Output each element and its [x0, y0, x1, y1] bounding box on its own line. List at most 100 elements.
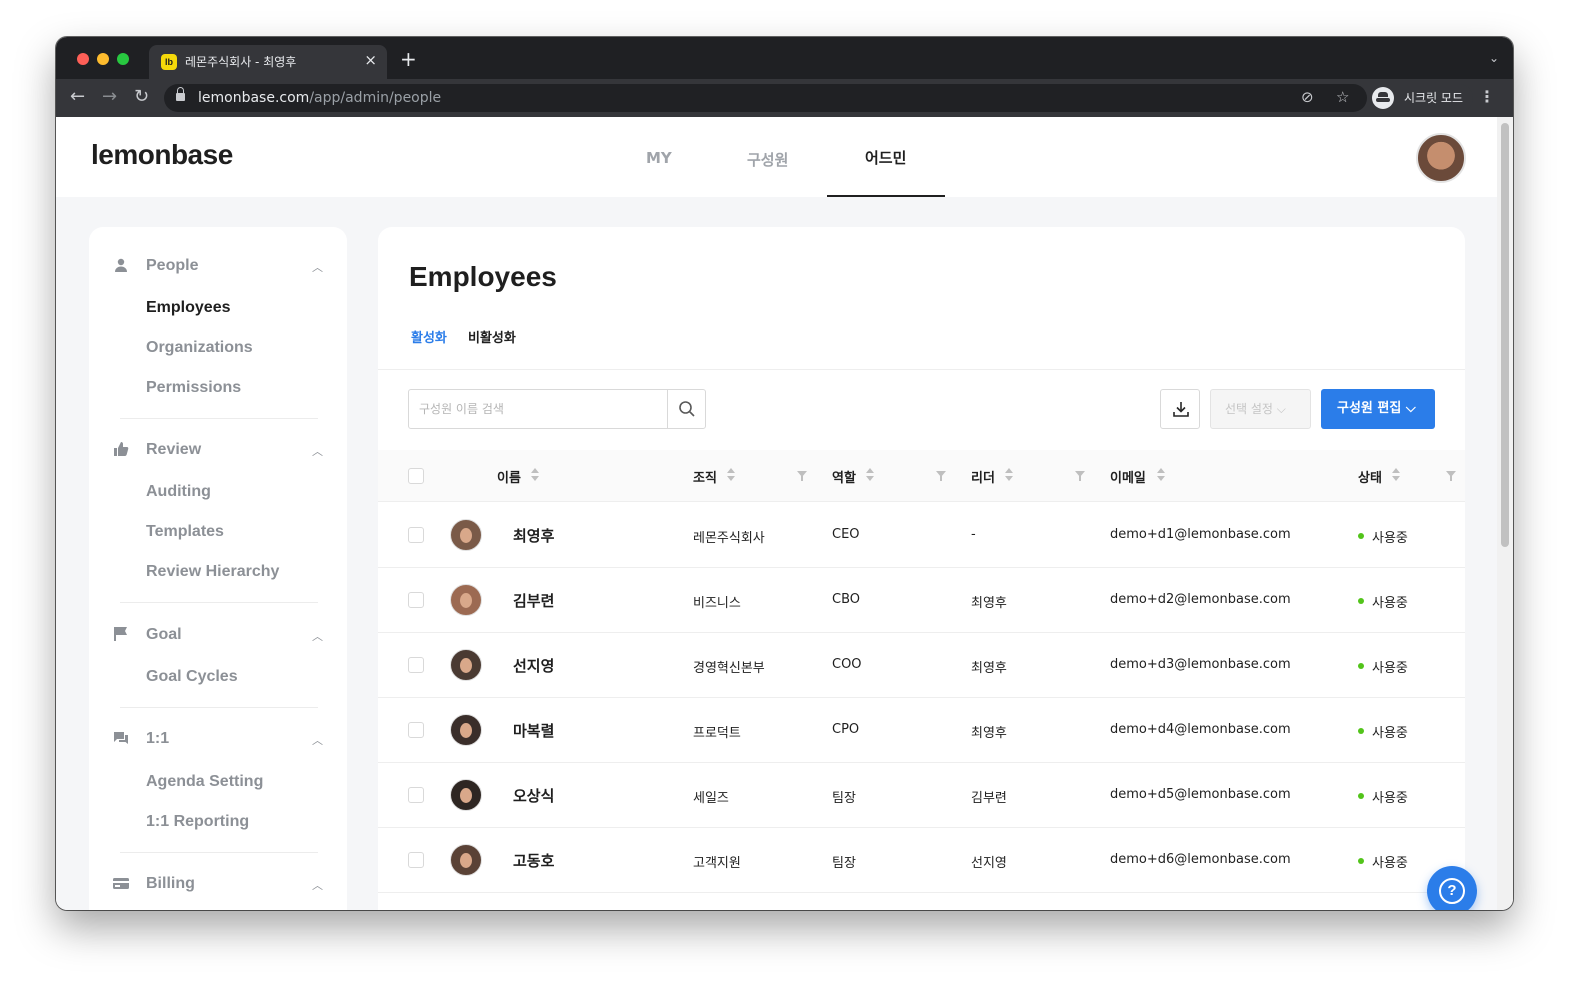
sort-icon[interactable] [1392, 468, 1400, 482]
sidebar-item-goal-cycles[interactable]: Goal Cycles [146, 668, 238, 686]
row-checkbox[interactable] [408, 787, 424, 803]
sidebar-item-permissions[interactable]: Permissions [146, 379, 241, 397]
row-checkbox[interactable] [408, 722, 424, 738]
reload-icon[interactable]: ↻ [134, 87, 149, 107]
employee-email: demo+d1@lemonbase.com [1110, 527, 1291, 542]
url-text[interactable]: lemonbase.com/app/admin/people [198, 90, 441, 106]
filter-icon[interactable] [1446, 471, 1456, 481]
help-button[interactable]: ? [1427, 866, 1477, 910]
nav-members[interactable]: 구성원 [747, 149, 788, 170]
address-bar[interactable]: lemonbase.com/app/admin/people ⊘ ☆ [164, 84, 1367, 112]
row-checkbox[interactable] [408, 852, 424, 868]
filter-icon[interactable] [797, 471, 807, 481]
status-badge: 사용중 [1372, 791, 1408, 806]
sidebar-section-one-on-one[interactable]: 1:1 ︿ [113, 728, 323, 752]
employee-name[interactable]: 김부련 [513, 590, 554, 611]
filter-icon[interactable] [1075, 471, 1085, 481]
table-row[interactable]: 최영후 레몬주식회사 CEO - demo+d1@lemonbase.com 사… [378, 503, 1465, 568]
row-checkbox[interactable] [408, 657, 424, 673]
star-icon[interactable]: ☆ [1336, 88, 1349, 106]
divider [120, 852, 318, 853]
column-header-email[interactable]: 이메일 [1110, 467, 1146, 486]
table-row[interactable]: 김부련 비즈니스 CBO 최영후 demo+d2@lemonbase.com 사… [378, 568, 1465, 633]
user-avatar[interactable] [1416, 133, 1466, 183]
chevron-up-icon[interactable]: ︿ [312, 877, 323, 893]
edit-members-button[interactable]: 구성원 편집 ⌵ [1321, 389, 1435, 429]
row-checkbox[interactable] [408, 527, 424, 543]
status-dot [1358, 663, 1364, 669]
browser-tab[interactable]: lb 레몬주식회사 - 최영후 × [149, 45, 387, 79]
sidebar-section-people[interactable]: People ︿ [113, 255, 323, 279]
sidebar-item-organizations[interactable]: Organizations [146, 339, 253, 357]
search-button[interactable] [667, 390, 705, 428]
chevron-up-icon[interactable]: ︿ [312, 628, 323, 644]
row-checkbox[interactable] [408, 592, 424, 608]
tab-inactive[interactable]: 비활성화 [468, 327, 516, 346]
incognito-icon [1372, 87, 1394, 109]
sidebar-item-auditing[interactable]: Auditing [146, 483, 211, 501]
search-input[interactable] [409, 390, 667, 428]
employee-name[interactable]: 마복렬 [513, 720, 554, 741]
incognito-badge[interactable]: 시크릿 모드 [1370, 84, 1474, 112]
chevron-up-icon[interactable]: ︿ [312, 259, 323, 275]
employee-name[interactable]: 최영후 [513, 525, 554, 546]
scrollbar-thumb[interactable] [1501, 123, 1509, 547]
table-row[interactable]: 오상식 세일즈 팀장 김부련 demo+d5@lemonbase.com 사용중 [378, 763, 1465, 828]
column-header-status[interactable]: 상태 [1358, 467, 1382, 486]
forward-arrow-icon[interactable]: → [102, 87, 117, 107]
eye-off-icon[interactable]: ⊘ [1301, 88, 1314, 106]
sidebar-section-review[interactable]: Review ︿ [113, 439, 323, 463]
sort-icon[interactable] [1157, 468, 1165, 482]
divider [120, 418, 318, 419]
new-tab-button[interactable]: + [400, 49, 417, 69]
download-button[interactable] [1160, 389, 1200, 429]
table-row[interactable]: 마복렬 프로덕트 CPO 최영후 demo+d4@lemonbase.com 사… [378, 698, 1465, 763]
employee-role: CEO [832, 527, 860, 542]
sort-icon[interactable] [727, 468, 735, 482]
filter-icon[interactable] [936, 471, 946, 481]
sidebar-item-review-hierarchy[interactable]: Review Hierarchy [146, 563, 279, 581]
sidebar-item-templates[interactable]: Templates [146, 523, 224, 541]
chevron-up-icon[interactable]: ︿ [312, 443, 323, 459]
close-window-button[interactable] [77, 53, 89, 65]
select-setting-button[interactable]: 선택 설정 ⌵ [1210, 389, 1311, 429]
table-row[interactable]: 선지영 경영혁신본부 COO 최영후 demo+d3@lemonbase.com… [378, 633, 1465, 698]
tab-search-chevron-icon[interactable]: ⌄ [1489, 51, 1499, 65]
app-header: lemonbase MY 구성원 어드민 [56, 117, 1497, 197]
chevron-up-icon[interactable]: ︿ [312, 732, 323, 748]
divider [378, 369, 1465, 370]
sort-icon[interactable] [1005, 468, 1013, 482]
avatar [450, 584, 482, 616]
nav-admin[interactable]: 어드민 [865, 147, 906, 168]
tab-active[interactable]: 활성화 [411, 327, 447, 346]
employee-name[interactable]: 고동호 [513, 850, 554, 871]
nav-my[interactable]: MY [646, 149, 672, 167]
employee-email: demo+d6@lemonbase.com [1110, 852, 1291, 867]
close-tab-icon[interactable]: × [364, 51, 377, 69]
select-all-checkbox[interactable] [408, 468, 424, 484]
browser-menu-icon[interactable]: ⋮ [1479, 87, 1495, 106]
column-header-org[interactable]: 조직 [693, 467, 717, 486]
maximize-window-button[interactable] [117, 53, 129, 65]
sidebar-item-employees[interactable]: Employees [146, 299, 230, 317]
sidebar-item-agenda-setting[interactable]: Agenda Setting [146, 773, 263, 791]
logo[interactable]: lemonbase [91, 139, 233, 171]
sort-icon[interactable] [866, 468, 874, 482]
column-header-leader[interactable]: 리더 [971, 467, 995, 486]
column-header-name[interactable]: 이름 [497, 467, 521, 486]
sidebar-item-one-on-one-reporting[interactable]: 1:1 Reporting [146, 813, 249, 831]
employee-name[interactable]: 오상식 [513, 785, 554, 806]
minimize-window-button[interactable] [97, 53, 109, 65]
employee-name[interactable]: 선지영 [513, 655, 554, 676]
search-icon [679, 401, 695, 417]
sidebar-section-goal[interactable]: Goal ︿ [113, 624, 323, 648]
page-scrollbar[interactable] [1497, 117, 1513, 910]
sort-icon[interactable] [531, 468, 539, 482]
chat-icon [114, 732, 128, 744]
back-arrow-icon[interactable]: ← [70, 87, 85, 107]
table-row[interactable]: 고동호 고객지원 팀장 선지영 demo+d6@lemonbase.com 사용… [378, 828, 1465, 893]
column-header-role[interactable]: 역할 [832, 467, 856, 486]
avatar [450, 779, 482, 811]
sidebar-section-billing[interactable]: Billing ︿ [113, 873, 323, 897]
employee-role: COO [832, 657, 862, 672]
